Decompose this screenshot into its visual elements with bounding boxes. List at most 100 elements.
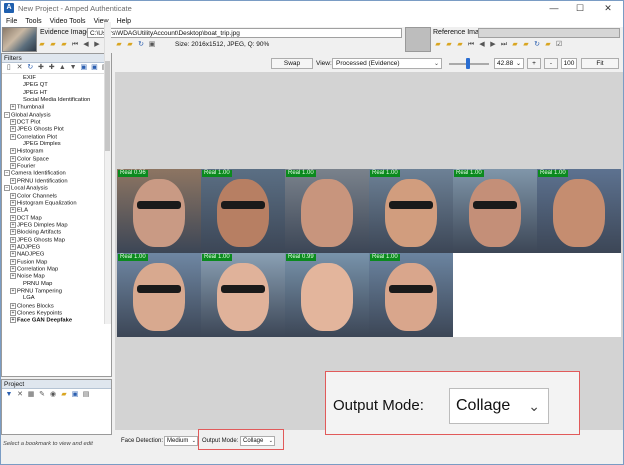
filter-tree-item[interactable]: EXIF [2, 75, 105, 82]
filter-tree-item[interactable]: + Histogram [2, 148, 105, 155]
filter-tree-item[interactable]: JPEG QT [2, 82, 105, 89]
tree-expander-icon[interactable]: + [10, 317, 16, 324]
tree-expander-icon[interactable]: + [10, 155, 16, 162]
tree-expander-icon[interactable]: + [10, 229, 16, 236]
ref-first-image-icon[interactable]: ⏮ [466, 40, 476, 50]
zoom-out-button[interactable]: - [544, 58, 558, 69]
export-filter-icon[interactable]: ▣ [90, 63, 100, 73]
reference-path-field[interactable] [478, 28, 620, 38]
zoom-input[interactable]: 42.88 ⌄ [494, 58, 524, 69]
tree-expander-icon[interactable]: + [10, 119, 16, 126]
menu-video-tools[interactable]: Video Tools [50, 18, 86, 25]
ref-open-recent-icon[interactable]: ▰ [444, 40, 454, 50]
minimize-button[interactable]: — [541, 1, 567, 15]
filter-tree-item[interactable]: + Thumbnail [2, 104, 105, 111]
ref-last-image-icon[interactable]: ⏭ [499, 40, 509, 50]
filter-tree-item[interactable]: JPEG Dimples [2, 141, 105, 148]
ref-checkbox-icon[interactable]: ☑ [554, 40, 564, 50]
tree-expander-icon[interactable]: − [4, 111, 10, 118]
ref-next-image-icon[interactable]: ▶ [488, 40, 498, 50]
tree-expander-icon[interactable]: − [4, 185, 10, 192]
face-detection-select[interactable]: Medium ⌄ [164, 436, 198, 446]
tree-expander-icon[interactable]: + [10, 310, 16, 316]
menu-help[interactable]: Help [117, 18, 131, 25]
tree-expander-icon[interactable]: + [10, 177, 16, 184]
open-folder-icon[interactable]: ▰ [37, 40, 47, 50]
tree-expander-icon[interactable]: + [10, 126, 16, 133]
filter-tree-item[interactable]: + JPEG Ghosts Plot [2, 126, 105, 133]
tree-expander-icon[interactable]: + [10, 163, 16, 170]
project-delete-icon[interactable]: ✕ [15, 390, 25, 400]
tree-expander-icon[interactable]: + [10, 265, 16, 272]
project-save-icon[interactable]: ▣ [70, 390, 80, 400]
filter-funnel-icon[interactable]: ▼ [4, 390, 14, 400]
project-folder-icon[interactable]: ▰ [59, 390, 69, 400]
filter-tree-item[interactable]: − Camera Identification [2, 170, 105, 177]
filter-tree-item[interactable]: + Histogram Equalization [2, 199, 105, 207]
filter-tree-item[interactable]: + JPEG Dimples Map [2, 221, 105, 229]
filter-tree-item[interactable]: + Clones Keypoints [2, 310, 105, 317]
ref-refresh-icon[interactable]: ↻ [532, 40, 542, 50]
tree-expander-icon[interactable]: + [10, 236, 16, 243]
menu-file[interactable]: File [6, 18, 17, 25]
previous-image-icon[interactable]: ◀ [81, 40, 91, 50]
delete-icon[interactable]: ✕ [15, 63, 25, 73]
tree-expander-icon[interactable]: + [10, 133, 16, 140]
ref-open-folder-icon[interactable]: ▰ [433, 40, 443, 50]
tree-expander-icon[interactable]: + [10, 207, 16, 214]
next-image-icon[interactable]: ▶ [92, 40, 102, 50]
close-button[interactable]: ✕ [595, 1, 621, 15]
filter-tree-item[interactable]: JPEG HT [2, 90, 105, 97]
ref-previous-image-icon[interactable]: ◀ [477, 40, 487, 50]
open-recent-icon[interactable]: ▰ [48, 40, 58, 50]
filter-tree-item[interactable]: + JPEG Ghosts Map [2, 236, 105, 244]
export-icon[interactable]: ▰ [125, 40, 135, 50]
menu-tools[interactable]: Tools [25, 18, 41, 25]
remove-icon[interactable]: ✚ [47, 63, 57, 73]
tree-expander-icon[interactable]: + [10, 243, 16, 250]
add-icon[interactable]: ✚ [36, 63, 46, 73]
info-icon[interactable]: ▣ [147, 40, 157, 50]
filter-tree-item[interactable]: + Color Space [2, 155, 105, 163]
filter-tree-item[interactable]: + Fusion Map [2, 258, 105, 266]
tree-expander-icon[interactable]: + [10, 214, 16, 221]
filter-tree-item[interactable]: + Clones Blocks [2, 302, 105, 310]
evidence-path-field[interactable]: C:\Users\WDAGUtilityAccount\Desktop\boat… [87, 28, 402, 38]
filter-tree-item[interactable]: + ELA [2, 207, 105, 214]
move-up-icon[interactable]: ▲ [58, 63, 68, 73]
filter-tree-item[interactable]: + NADJPEG [2, 251, 105, 258]
filter-tree-item[interactable]: + Blocking Artifacts [2, 229, 105, 236]
project-grid-icon[interactable]: ▦ [26, 390, 36, 400]
filter-tree-item[interactable]: LGA [2, 295, 105, 302]
zoom-100-field[interactable]: 100 [561, 58, 577, 69]
filter-tree-item[interactable]: + Noise Map [2, 273, 105, 280]
filter-tree-item[interactable]: + DCT Plot [2, 119, 105, 126]
filter-tree-item[interactable]: + PRNU Identification [2, 177, 105, 185]
tree-expander-icon[interactable]: + [10, 221, 16, 228]
save-filter-icon[interactable]: ▣ [79, 63, 89, 73]
filter-tree-item[interactable]: + Face GAN Deepfake [2, 317, 105, 324]
filter-tree-item[interactable]: Social Media Identification [2, 97, 105, 104]
tree-expander-icon[interactable]: + [10, 148, 16, 155]
filter-tree-item[interactable]: + DCT Map [2, 214, 105, 222]
filters-scrollbar-thumb[interactable] [105, 61, 110, 151]
filter-tree-item[interactable]: + Correlation Map [2, 265, 105, 273]
tree-expander-icon[interactable]: + [10, 104, 16, 111]
tree-expander-icon[interactable]: + [10, 199, 16, 206]
ref-save-icon[interactable]: ▰ [510, 40, 520, 50]
move-down-icon[interactable]: ▼ [68, 63, 78, 73]
tree-expander-icon[interactable]: + [10, 258, 16, 265]
new-bookmark-icon[interactable]: ▯ [4, 63, 14, 73]
tree-expander-icon[interactable]: + [10, 192, 16, 199]
refresh-filter-icon[interactable]: ↻ [25, 63, 35, 73]
save-icon[interactable]: ▰ [114, 40, 124, 50]
filter-tree-item[interactable]: + PRNU Tampering [2, 287, 105, 295]
filter-tree-item[interactable]: − Global Analysis [2, 111, 105, 119]
tree-expander-icon[interactable]: + [10, 287, 16, 294]
browse-folder-icon[interactable]: ▰ [59, 40, 69, 50]
zoom-in-button[interactable]: + [527, 58, 541, 69]
zoom-slider-handle[interactable] [466, 58, 471, 69]
tree-expander-icon[interactable]: + [10, 273, 16, 280]
filter-tree-item[interactable]: PRNU Map [2, 281, 105, 288]
ref-browse-folder-icon[interactable]: ▰ [455, 40, 465, 50]
